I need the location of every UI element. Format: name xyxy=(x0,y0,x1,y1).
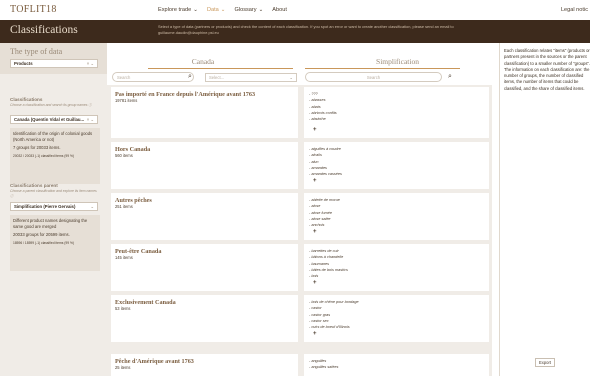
page-description: Select a type of data (partners or produ… xyxy=(158,24,454,35)
expand-plus-icon[interactable]: + xyxy=(313,331,317,337)
nav-about[interactable]: About xyxy=(272,7,287,13)
help-description: Each classification relates "items" (pro… xyxy=(504,48,590,91)
nav-data[interactable]: Data ⌄ xyxy=(207,7,226,13)
expand-plus-icon[interactable]: + xyxy=(313,127,317,133)
info-icon[interactable]: ⓘ xyxy=(88,103,91,107)
top-navbar: TOFLIT18 Explore trade ⌄ Data ⌄ Glossary ⌄ … xyxy=(0,0,590,20)
search-icon[interactable]: ⌕ xyxy=(445,72,455,82)
chevron-down-icon: ⌄ xyxy=(220,7,226,13)
expand-plus-icon[interactable]: + xyxy=(313,178,317,184)
expand-plus-icon[interactable]: + xyxy=(313,229,317,235)
group-card[interactable]: Autres pêches 251 items xyxy=(111,193,298,240)
list-item: cuirs de boeuf d'Illinois xyxy=(309,324,359,330)
chevron-down-icon: ⌄ xyxy=(193,7,198,13)
canada-search-input[interactable]: Search xyxy=(112,72,194,82)
classifications-hint: Choose a classification and search its g… xyxy=(10,103,92,107)
children-list: bois de chêne pour bordage castor castor… xyxy=(304,295,489,342)
parent-classifications-label: Classifications parent xyxy=(10,183,58,188)
children-list: barrettes de cuir bâtons à chandelle bau… xyxy=(304,244,489,291)
group-card[interactable]: Exclusivement Canada 53 items xyxy=(111,295,298,342)
children-list: ??? abasses abats abricots confits absin… xyxy=(304,87,489,138)
main-nav: Explore trade ⌄ Data ⌄ Glossary ⌄ About xyxy=(158,7,287,13)
parent-classification-info-box: Different product names designating the … xyxy=(10,215,100,271)
list-item: bâtons à chandelle xyxy=(309,254,348,260)
simplification-search-input[interactable]: Search xyxy=(305,72,442,82)
group-card[interactable]: Pêche d'Amérique avant 1763 25 items xyxy=(111,354,298,376)
group-card[interactable]: Peut-être Canada 145 items xyxy=(111,244,298,291)
list-item: anchois xyxy=(309,222,340,228)
nav-glossary[interactable]: Glossary ⌄ xyxy=(234,7,263,13)
info-icon[interactable]: ⓘ xyxy=(10,194,13,198)
page-title: Classifications xyxy=(10,24,78,36)
left-sidebar: The type of data Products × ⌄ Classifica… xyxy=(0,43,107,376)
data-type-panel: The type of data Products × ⌄ xyxy=(0,43,107,74)
export-button[interactable]: Export xyxy=(535,358,555,367)
list-item: bois xyxy=(309,273,348,279)
search-icon[interactable]: ⌕ xyxy=(185,72,195,82)
brand-logo[interactable]: TOFLIT18 xyxy=(10,4,57,15)
chevron-down-icon: ⌄ xyxy=(258,7,264,13)
data-type-title: The type of data xyxy=(10,47,63,56)
group-filter-select[interactable]: Select... ⌄ xyxy=(205,73,297,82)
simplification-column-title: Simplification xyxy=(376,57,419,66)
children-list: aiguilles à coudre alcalis alun amandes … xyxy=(304,142,489,189)
children-list: anguilles anguilles salées xyxy=(304,354,489,376)
clear-chevron-icon[interactable]: × ⌄ xyxy=(87,117,94,123)
nav-explore-trade[interactable]: Explore trade ⌄ xyxy=(158,7,198,13)
chevron-down-icon[interactable]: ⌄ xyxy=(289,75,293,80)
page-header-band: Classifications Select a type of data (p… xyxy=(0,20,590,43)
parent-classification-select[interactable]: Simplification (Pierre Gervais) ⌄ xyxy=(10,202,98,211)
group-card[interactable]: Pas importé en France depuis l'Amérique … xyxy=(111,87,298,138)
divider xyxy=(305,68,460,69)
classification-info-box: Identification of the origin of colonial… xyxy=(10,128,100,184)
help-panel: Each classification relates "items" (pro… xyxy=(499,43,590,376)
divider xyxy=(148,68,293,69)
children-list: ablette de morue alose alose fumée alose… xyxy=(304,193,489,240)
expand-plus-icon[interactable]: + xyxy=(313,280,317,286)
list-item: amandes cassées xyxy=(309,171,342,177)
list-item: absinthe xyxy=(309,116,337,122)
canada-column-title: Canada xyxy=(191,57,215,66)
parent-classifications-hint: Choose a parent classification and explo… xyxy=(10,189,97,198)
classifications-label: Classifications xyxy=(10,97,43,102)
list-item: anguilles salées xyxy=(309,364,338,370)
classification-select[interactable]: Canada (Quentin Vidal et Guillau... × ⌄ xyxy=(10,115,98,124)
chevron-down-icon[interactable]: ⌄ xyxy=(90,204,94,210)
nav-legal-notice[interactable]: Legal notic xyxy=(561,7,588,13)
group-card[interactable]: Hors Canada 560 items xyxy=(111,142,298,189)
clear-chevron-icon[interactable]: × ⌄ xyxy=(87,61,94,67)
data-type-select[interactable]: Products × ⌄ xyxy=(10,59,98,68)
